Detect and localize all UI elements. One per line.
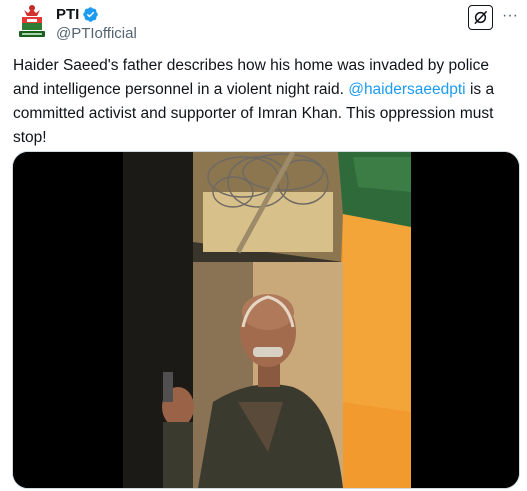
- verified-badge-icon[interactable]: [82, 6, 99, 23]
- author-name-row: PTI: [56, 4, 137, 24]
- pti-logo-icon: [12, 2, 52, 42]
- author-info: PTI @PTIofficial: [56, 4, 137, 44]
- author-handle[interactable]: @PTIofficial: [56, 24, 137, 44]
- video-frame: [13, 152, 519, 488]
- video-player[interactable]: [12, 151, 520, 489]
- more-options-button[interactable]: ···: [500, 6, 520, 26]
- grok-button[interactable]: [468, 5, 493, 30]
- author-name[interactable]: PTI: [56, 6, 79, 23]
- more-options-icon: ···: [502, 7, 518, 24]
- tweet-text: Haider Saeed's father describes how his …: [13, 54, 518, 150]
- avatar[interactable]: [12, 2, 52, 42]
- grok-icon: [474, 10, 488, 25]
- mention-link[interactable]: @haidersaeedpti: [348, 81, 465, 98]
